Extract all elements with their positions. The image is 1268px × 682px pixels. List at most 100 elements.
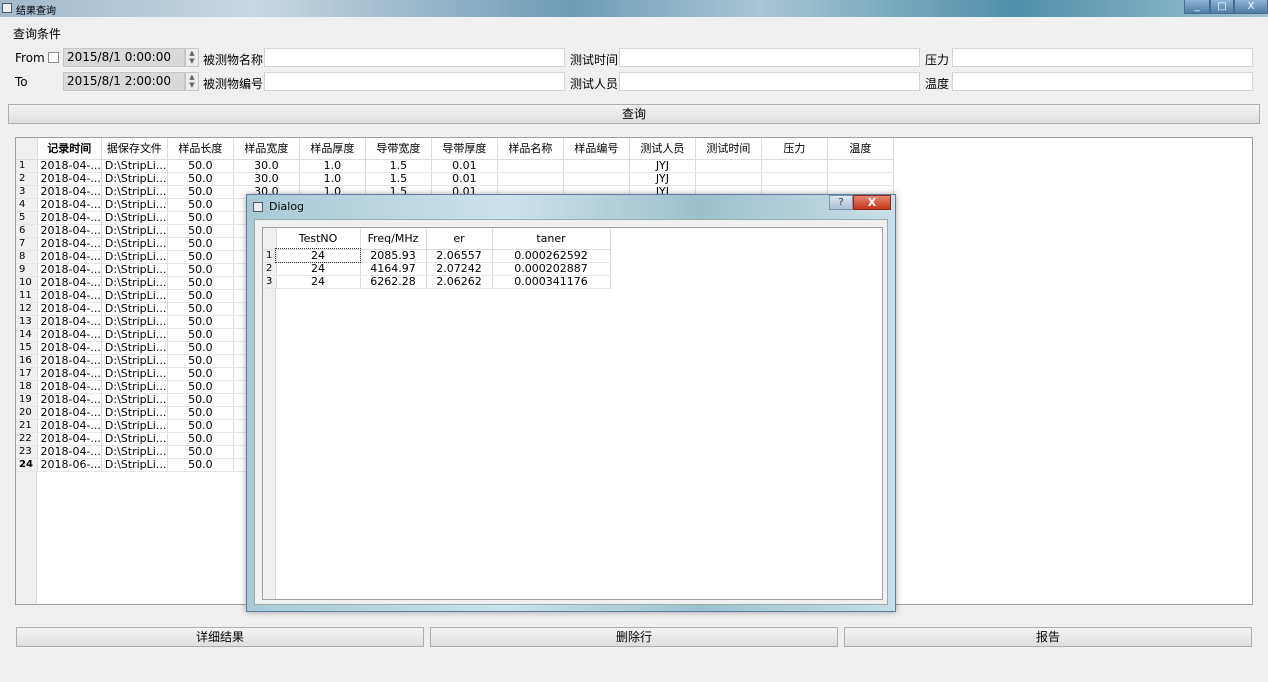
table-cell-len[interactable]: 50.0 <box>167 224 234 238</box>
table-cell-file[interactable]: D:\StripLi... <box>101 250 168 264</box>
table-cell-len[interactable]: 50.0 <box>167 458 234 472</box>
table-cell-time[interactable]: 2018-04-... <box>37 445 102 459</box>
table-cell-file[interactable]: D:\StripLi... <box>101 445 168 459</box>
table-cell-file[interactable]: D:\StripLi... <box>101 354 168 368</box>
table-cell-time[interactable]: 2018-04-... <box>37 224 102 238</box>
table-cell-bw[interactable]: 1.5 <box>365 172 432 186</box>
row-number[interactable]: 5 <box>16 211 38 225</box>
table-cell-time[interactable]: 2018-04-... <box>37 289 102 303</box>
dialog-table[interactable]: TestNO Freq/MHz er taner 1 24 2085.93 2.065… <box>262 227 883 600</box>
table-cell-len[interactable]: 50.0 <box>167 302 234 316</box>
table-row[interactable]: 1 2018-04-... D:\StripLi... 50.0 30.0 1.0 1.5 0… <box>16 159 894 173</box>
row-number[interactable]: 6 <box>16 224 38 238</box>
table-cell-file[interactable]: D:\StripLi... <box>101 159 168 173</box>
table-cell-bw[interactable]: 1.5 <box>365 159 432 173</box>
table-cell-len[interactable]: 50.0 <box>167 315 234 329</box>
row-number[interactable]: 15 <box>16 341 38 355</box>
table-cell-temp[interactable] <box>827 159 894 173</box>
dialog-cell-freq[interactable]: 2085.93 <box>360 249 427 263</box>
table-cell-temp[interactable] <box>827 172 894 186</box>
table-cell-time[interactable]: 2018-04-... <box>37 432 102 446</box>
row-number[interactable]: 4 <box>16 198 38 212</box>
col-header-test-time[interactable]: 测试时间 <box>695 138 762 160</box>
dialog-row-number[interactable]: 3 <box>263 275 277 289</box>
table-cell-thk[interactable]: 1.0 <box>299 172 366 186</box>
table-cell-time[interactable]: 2018-04-... <box>37 367 102 381</box>
dialog-cell-testno[interactable]: 24 <box>275 248 361 263</box>
table-cell-time[interactable]: 2018-04-... <box>37 354 102 368</box>
table-cell-bt[interactable]: 0.01 <box>431 172 498 186</box>
row-number[interactable]: 10 <box>16 276 38 290</box>
row-number[interactable]: 9 <box>16 263 38 277</box>
table-cell-file[interactable]: D:\StripLi... <box>101 302 168 316</box>
table-cell-file[interactable]: D:\StripLi... <box>101 315 168 329</box>
table-cell-file[interactable]: D:\StripLi... <box>101 419 168 433</box>
detail-button[interactable]: 详细结果 <box>16 627 424 647</box>
table-cell-press[interactable] <box>761 172 828 186</box>
table-cell-len[interactable]: 50.0 <box>167 172 234 186</box>
table-cell-file[interactable]: D:\StripLi... <box>101 237 168 251</box>
row-number[interactable]: 21 <box>16 419 38 433</box>
table-cell-time[interactable]: 2018-04-... <box>37 393 102 407</box>
dialog-cell-er[interactable]: 2.06262 <box>426 275 493 289</box>
dialog-table-row[interactable]: 1 24 2085.93 2.06557 0.000262592 <box>263 248 611 263</box>
col-header-sample-id[interactable]: 样品编号 <box>563 138 630 160</box>
table-cell-tester[interactable]: JYJ <box>629 159 696 173</box>
table-cell-file[interactable]: D:\StripLi... <box>101 263 168 277</box>
table-cell-len[interactable]: 50.0 <box>167 263 234 277</box>
table-cell-file[interactable]: D:\StripLi... <box>101 328 168 342</box>
table-cell-time[interactable]: 2018-04-... <box>37 185 102 199</box>
table-cell-len[interactable]: 50.0 <box>167 250 234 264</box>
table-cell-len[interactable]: 50.0 <box>167 354 234 368</box>
table-cell-len[interactable]: 50.0 <box>167 445 234 459</box>
col-header-freq[interactable]: Freq/MHz <box>360 228 427 250</box>
search-button[interactable]: 查询 <box>8 104 1260 124</box>
table-cell-len[interactable]: 50.0 <box>167 276 234 290</box>
table-cell-len[interactable]: 50.0 <box>167 237 234 251</box>
col-header-band-width[interactable]: 导带宽度 <box>365 138 432 160</box>
dialog-table-row[interactable]: 2 24 4164.97 2.07242 0.000202887 <box>263 262 611 276</box>
table-cell-time[interactable]: 2018-04-... <box>37 302 102 316</box>
table-cell-time[interactable]: 2018-06-... <box>37 458 102 472</box>
dialog-close-button[interactable]: X <box>853 195 891 210</box>
table-cell-file[interactable]: D:\StripLi... <box>101 341 168 355</box>
dialog-cell-testno[interactable]: 24 <box>276 262 361 276</box>
maximize-button[interactable]: □ <box>1210 0 1234 14</box>
table-cell-sid[interactable] <box>563 159 630 173</box>
row-number[interactable]: 22 <box>16 432 38 446</box>
row-number[interactable]: 23 <box>16 445 38 459</box>
table-cell-sid[interactable] <box>563 172 630 186</box>
table-cell-file[interactable]: D:\StripLi... <box>101 380 168 394</box>
table-cell-len[interactable]: 50.0 <box>167 198 234 212</box>
table-cell-bt[interactable]: 0.01 <box>431 159 498 173</box>
table-cell-time[interactable]: 2018-04-... <box>37 406 102 420</box>
table-cell-file[interactable]: D:\StripLi... <box>101 211 168 225</box>
to-datetime[interactable]: 2015/8/1 2:00:00 <box>63 72 185 91</box>
table-cell-len[interactable]: 50.0 <box>167 380 234 394</box>
table-cell-sname[interactable] <box>497 159 564 173</box>
col-header-pressure[interactable]: 压力 <box>761 138 828 160</box>
col-header-taner[interactable]: taner <box>492 228 611 250</box>
table-cell-sname[interactable] <box>497 172 564 186</box>
row-number[interactable]: 16 <box>16 354 38 368</box>
row-number[interactable]: 2 <box>16 172 38 186</box>
table-cell-len[interactable]: 50.0 <box>167 328 234 342</box>
table-cell-time[interactable]: 2018-04-... <box>37 198 102 212</box>
row-number[interactable]: 18 <box>16 380 38 394</box>
pressure-input[interactable] <box>952 48 1253 67</box>
dialog-cell-freq[interactable]: 6262.28 <box>360 275 427 289</box>
table-cell-time[interactable]: 2018-04-... <box>37 419 102 433</box>
table-cell-file[interactable]: D:\StripLi... <box>101 458 168 472</box>
col-header-record-time[interactable]: 记录时间 <box>37 138 102 160</box>
from-datetime[interactable]: 2015/8/1 0:00:00 <box>63 48 185 67</box>
minimize-button[interactable]: _ <box>1184 0 1210 14</box>
row-number[interactable]: 19 <box>16 393 38 407</box>
test-time-input[interactable] <box>619 48 920 67</box>
table-cell-file[interactable]: D:\StripLi... <box>101 432 168 446</box>
col-header-temperature[interactable]: 温度 <box>827 138 894 160</box>
table-cell-ttime[interactable] <box>695 159 762 173</box>
table-cell-len[interactable]: 50.0 <box>167 393 234 407</box>
row-number[interactable]: 17 <box>16 367 38 381</box>
table-cell-press[interactable] <box>761 159 828 173</box>
row-number[interactable]: 13 <box>16 315 38 329</box>
